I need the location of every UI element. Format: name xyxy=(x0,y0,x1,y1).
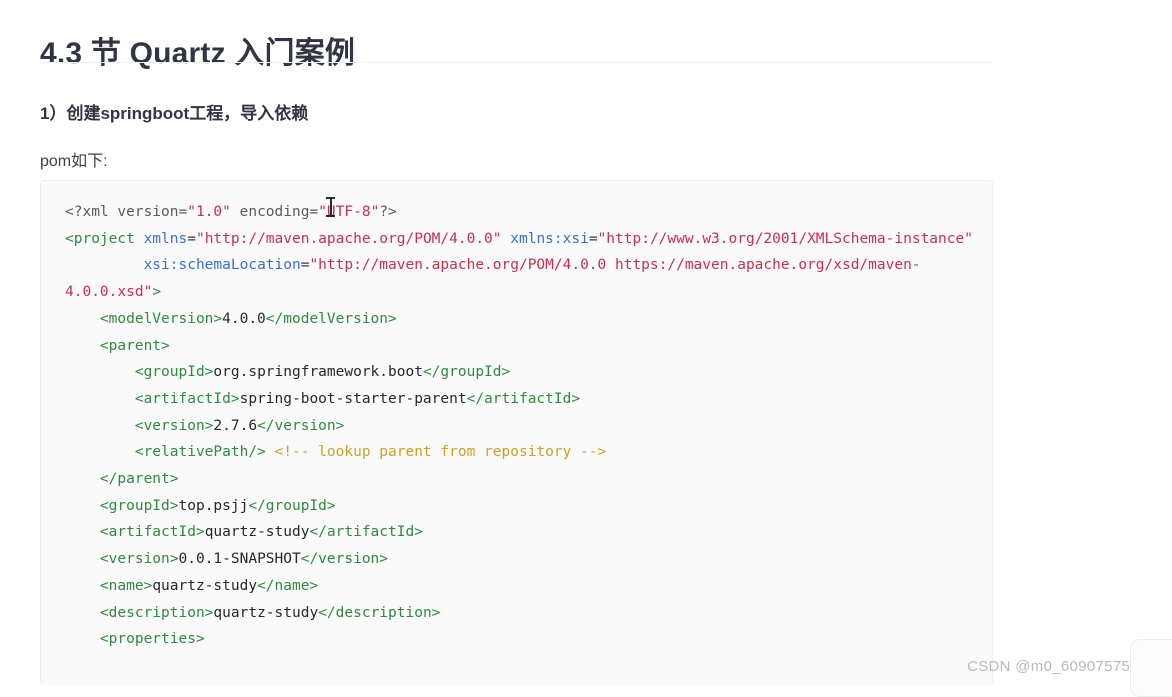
title-divider xyxy=(40,62,993,63)
csdn-watermark: CSDN @m0_60907575 xyxy=(967,658,1130,675)
code-block-xml[interactable]: <?xml version="1.0" encoding="UTF-8"?> <… xyxy=(40,180,993,685)
section-heading: 1）创建springboot工程，导入依赖 xyxy=(40,104,309,124)
document-page: 4.3 节 Quartz 入门案例 1）创建springboot工程，导入依赖 … xyxy=(0,0,1172,697)
code-text[interactable]: <?xml version="1.0" encoding="UTF-8"?> <… xyxy=(65,199,982,653)
page-title: 4.3 节 Quartz 入门案例 xyxy=(40,37,356,71)
intro-paragraph: pom如下: xyxy=(40,153,108,170)
corner-floating-widget[interactable] xyxy=(1130,639,1172,697)
code-content-wrapper: <?xml version="1.0" encoding="UTF-8"?> <… xyxy=(65,199,982,653)
